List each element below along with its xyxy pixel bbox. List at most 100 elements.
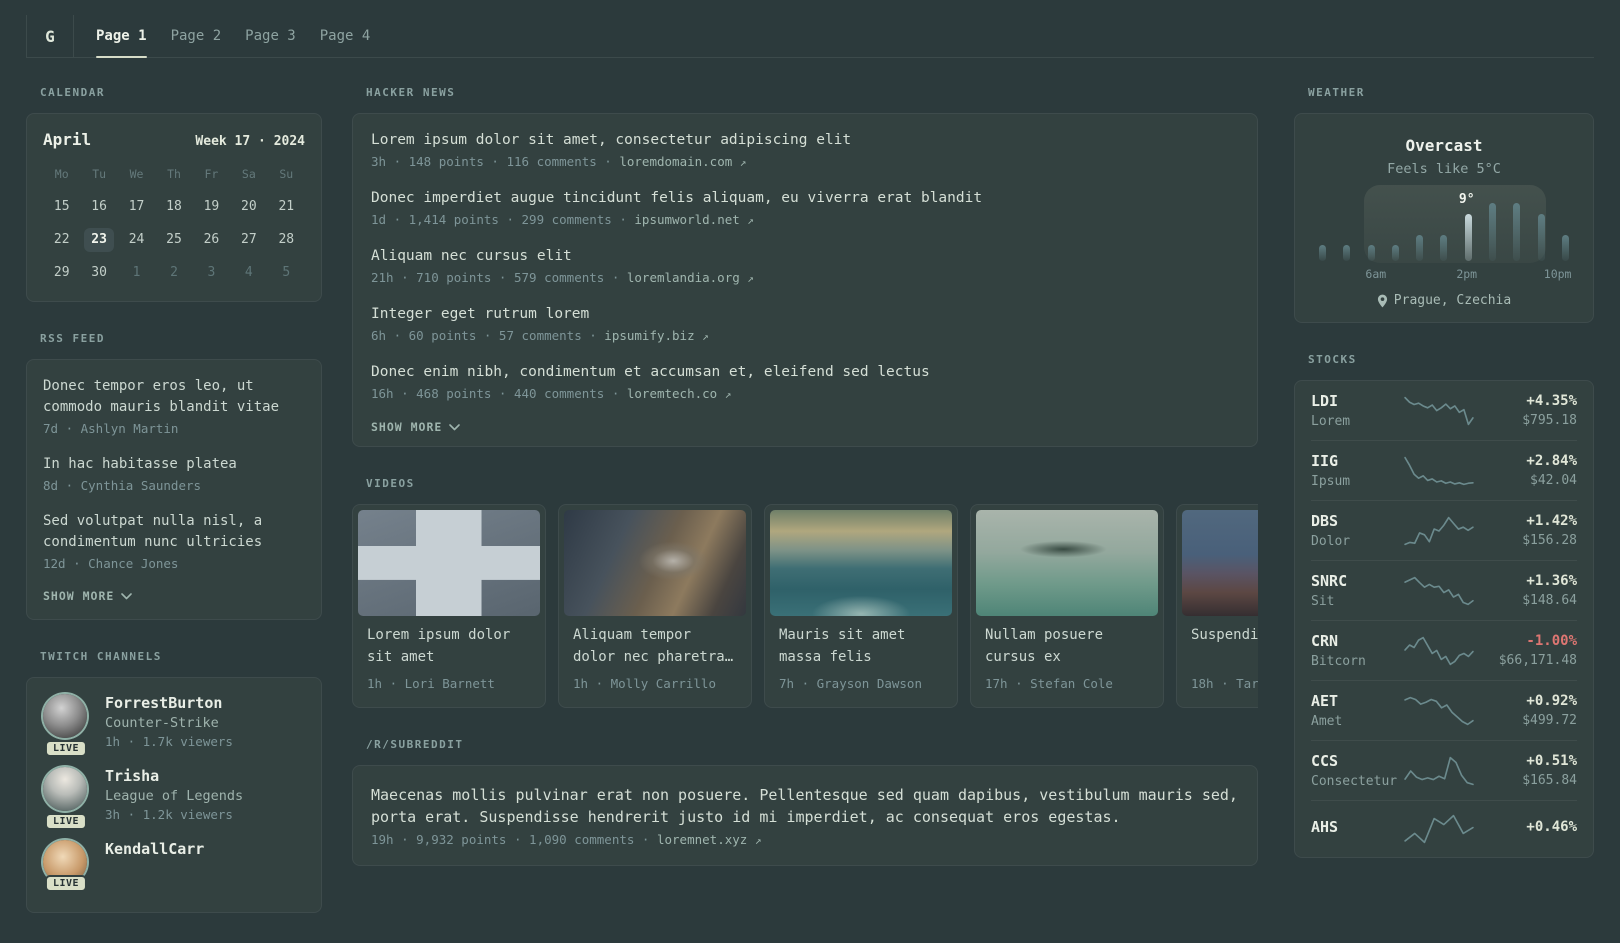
hn-item-title[interactable]: Donec enim nibh, condimentum et accumsan… <box>371 362 1239 383</box>
video-card[interactable]: Suspendisse diam 18h · Tara <box>1176 504 1258 708</box>
reddit-post-title[interactable]: Maecenas mollis pulvinar erat non posuer… <box>371 784 1239 828</box>
rss-item-meta: 8d · Cynthia Saunders <box>43 478 202 493</box>
video-thumbnail[interactable] <box>770 510 952 616</box>
weather-bar <box>1513 203 1521 261</box>
reddit-meta-text: 19h · 9,932 points · 1,090 comments · <box>371 832 657 847</box>
tab-page-2[interactable]: Page 2 <box>171 15 222 57</box>
video-title[interactable]: Lorem ipsum dolor sit amet consectetu… <box>367 625 531 668</box>
video-thumbnail[interactable] <box>1182 510 1258 616</box>
stock-row[interactable]: DBS Dolor +1.42% $156.28 <box>1311 500 1577 560</box>
calendar-day[interactable]: 15 <box>47 195 77 219</box>
hn-item-title[interactable]: Aliquam nec cursus elit <box>371 246 1239 267</box>
video-thumbnail[interactable] <box>358 510 540 616</box>
rss-item[interactable]: Sed volutpat nulla nisl, a condimentum n… <box>43 511 305 571</box>
twitch-channel-name[interactable]: KendallCarr <box>105 840 204 858</box>
calendar-day[interactable]: 5 <box>271 261 301 285</box>
calendar-day[interactable]: 2 <box>159 261 189 285</box>
weather-location[interactable]: Prague, Czechia <box>1394 293 1511 308</box>
rss-item-title[interactable]: In hac habitasse platea <box>43 454 305 475</box>
stock-symbol[interactable]: DBS <box>1311 512 1399 530</box>
twitch-channel-row[interactable]: LIVE KendallCarr <box>43 840 305 892</box>
twitch-channel-name[interactable]: ForrestBurton <box>105 694 233 712</box>
video-title[interactable]: Aliquam tempor dolor nec pharetra… <box>573 625 737 668</box>
hn-item[interactable]: Donec imperdiet augue tincidunt felis al… <box>371 188 1239 227</box>
stock-row[interactable]: SNRC Sit +1.36% $148.64 <box>1311 560 1577 620</box>
stock-row[interactable]: CRN Bitcorn -1.00% $66,171.48 <box>1311 620 1577 680</box>
tab-page-3[interactable]: Page 3 <box>245 15 296 57</box>
app-logo[interactable]: G <box>27 15 74 57</box>
twitch-channel-row[interactable]: LIVE ForrestBurton Counter-Strike 1h · 1… <box>43 694 305 757</box>
calendar-day[interactable]: 19 <box>196 195 226 219</box>
calendar-day[interactable]: 22 <box>47 228 77 252</box>
video-card[interactable]: Mauris sit amet massa felis 7h · Grayson… <box>764 504 958 708</box>
hn-item[interactable]: Integer eget rutrum lorem 6h · 60 points… <box>371 304 1239 343</box>
weather-condition: Overcast <box>1405 136 1483 155</box>
weather-bar <box>1367 245 1375 261</box>
rss-item-title[interactable]: Donec tempor eros leo, ut commodo mauris… <box>43 376 305 418</box>
twitch-channel-row[interactable]: LIVE Trisha League of Legends 3h · 1.2k … <box>43 767 305 830</box>
hn-item-title[interactable]: Lorem ipsum dolor sit amet, consectetur … <box>371 130 1239 151</box>
rss-item[interactable]: Donec tempor eros leo, ut commodo mauris… <box>43 376 305 436</box>
stock-row[interactable]: LDI Lorem +4.35% $795.18 <box>1311 381 1577 440</box>
stock-row[interactable]: CCS Consectetur +0.51% $165.84 <box>1311 740 1577 800</box>
calendar-day[interactable]: 3 <box>196 261 226 285</box>
hn-show-more-button[interactable]: SHOW MORE <box>371 420 1239 434</box>
calendar-day[interactable]: 23 <box>84 228 115 252</box>
hn-item[interactable]: Aliquam nec cursus elit 21h · 710 points… <box>371 246 1239 285</box>
hn-item-domain[interactable]: ipsumworld.net <box>634 212 739 227</box>
stock-row[interactable]: AHS +0.46% <box>1311 800 1577 857</box>
hn-item-domain[interactable]: loremtech.co <box>627 386 717 401</box>
calendar-day[interactable]: 30 <box>84 261 114 285</box>
rss-item-title[interactable]: Sed volutpat nulla nisl, a condimentum n… <box>43 511 305 553</box>
tab-page-1[interactable]: Page 1 <box>96 15 147 58</box>
stock-symbol[interactable]: CRN <box>1311 632 1399 650</box>
hn-item-domain[interactable]: loremdomain.com <box>619 154 732 169</box>
stock-symbol[interactable]: AET <box>1311 692 1399 710</box>
video-thumbnail[interactable] <box>976 510 1158 616</box>
hn-item[interactable]: Lorem ipsum dolor sit amet, consectetur … <box>371 130 1239 169</box>
calendar-day[interactable]: 21 <box>271 195 301 219</box>
reddit-post-domain[interactable]: loremnet.xyz <box>657 832 747 847</box>
stock-symbol[interactable]: CCS <box>1311 752 1399 770</box>
calendar-day[interactable]: 18 <box>159 195 189 219</box>
calendar-day[interactable]: 1 <box>122 261 152 285</box>
video-title[interactable]: Mauris sit amet massa felis <box>779 625 943 668</box>
stock-row[interactable]: IIG Ipsum +2.84% $42.04 <box>1311 440 1577 500</box>
calendar-day[interactable]: 24 <box>122 228 152 252</box>
stock-symbol[interactable]: LDI <box>1311 392 1399 410</box>
stock-symbol[interactable]: SNRC <box>1311 572 1399 590</box>
video-card-body: Aliquam tempor dolor nec pharetra… 1h · … <box>564 616 746 702</box>
tab-page-4[interactable]: Page 4 <box>320 15 371 57</box>
calendar-day[interactable]: 25 <box>159 228 189 252</box>
video-title[interactable]: Nullam posuere cursus ex <box>985 625 1149 668</box>
rss-item[interactable]: In hac habitasse platea 8d · Cynthia Sau… <box>43 454 305 493</box>
calendar-day[interactable]: 17 <box>122 195 152 219</box>
hn-item-title[interactable]: Integer eget rutrum lorem <box>371 304 1239 325</box>
subreddit-card: Maecenas mollis pulvinar erat non posuer… <box>352 765 1258 866</box>
calendar-day[interactable]: 4 <box>234 261 264 285</box>
calendar-day[interactable]: 20 <box>234 195 264 219</box>
stock-sparkline <box>1404 456 1474 485</box>
stock-symbol[interactable]: IIG <box>1311 452 1399 470</box>
twitch-channel-name[interactable]: Trisha <box>105 767 243 785</box>
calendar-day[interactable]: 29 <box>47 261 77 285</box>
video-card[interactable]: Lorem ipsum dolor sit amet consectetu… 1… <box>352 504 546 708</box>
hn-item-domain[interactable]: loremlandia.org <box>627 270 740 285</box>
stock-row[interactable]: AET Amet +0.92% $499.72 <box>1311 680 1577 740</box>
video-card[interactable]: Aliquam tempor dolor nec pharetra… 1h · … <box>558 504 752 708</box>
videos-section-label: VIDEOS <box>366 477 415 490</box>
calendar-month: April <box>43 130 92 149</box>
stock-symbol[interactable]: AHS <box>1311 818 1399 836</box>
video-thumbnail[interactable] <box>564 510 746 616</box>
hn-item[interactable]: Donec enim nibh, condimentum et accumsan… <box>371 362 1239 401</box>
calendar-day[interactable]: 28 <box>271 228 301 252</box>
video-title[interactable]: Suspendisse diam <box>1191 625 1258 668</box>
rss-show-more-button[interactable]: SHOW MORE <box>43 589 305 603</box>
weather-bars <box>1319 203 1569 261</box>
calendar-day[interactable]: 16 <box>84 195 114 219</box>
calendar-day[interactable]: 26 <box>196 228 226 252</box>
hn-item-domain[interactable]: ipsumify.biz <box>604 328 694 343</box>
video-card[interactable]: Nullam posuere cursus ex 17h · Stefan Co… <box>970 504 1164 708</box>
hn-item-title[interactable]: Donec imperdiet augue tincidunt felis al… <box>371 188 1239 209</box>
calendar-day[interactable]: 27 <box>234 228 264 252</box>
